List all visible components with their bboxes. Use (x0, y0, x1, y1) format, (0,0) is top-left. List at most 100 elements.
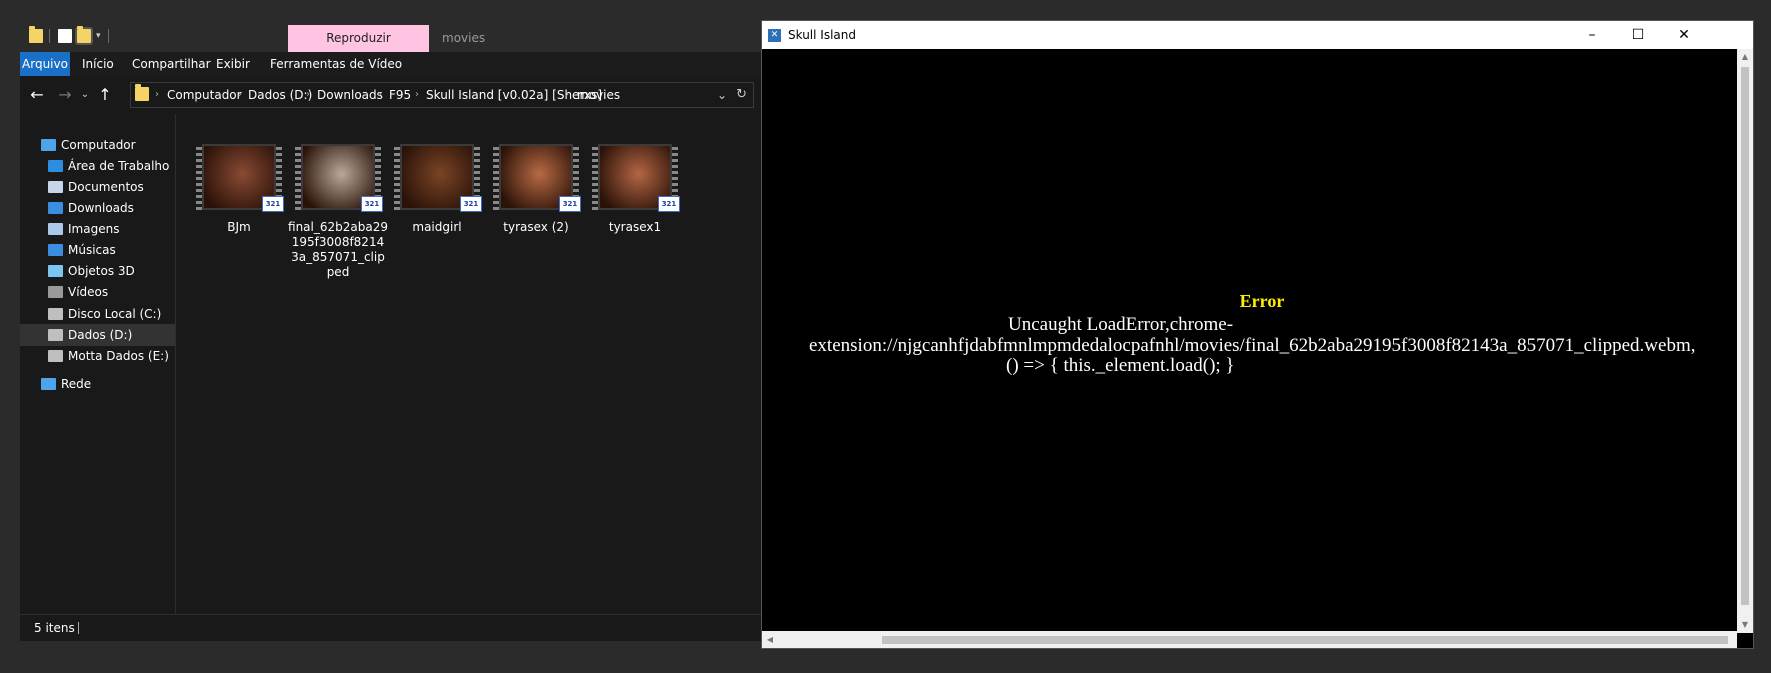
error-title-wrap: Error (1022, 291, 1502, 312)
sidebar-item-desktop[interactable]: Área de Trabalho (20, 155, 175, 177)
breadcrumb-f95[interactable]: F95 (389, 83, 411, 107)
window-title: movies (442, 31, 486, 45)
sidebar-item-label: Dados (D:) (68, 328, 133, 342)
sidebar-item-drive-e[interactable]: Motta Dados (E:) (20, 345, 175, 367)
video-thumbnail: 321 (493, 144, 581, 212)
file-explorer-window: ▾ Reproduzir movies Arquivo Início Compa… (20, 20, 762, 641)
sidebar-item-label: Disco Local (C:) (68, 307, 162, 321)
chevron-right-icon[interactable]: › (238, 83, 242, 107)
sidebar-item-label: Documentos (68, 180, 144, 194)
recent-locations-icon[interactable]: ⌄ (78, 85, 92, 105)
folder-icon[interactable] (29, 26, 43, 43)
properties-icon[interactable] (58, 29, 72, 43)
sidebar-item-objects3d[interactable]: Objetos 3D (20, 260, 175, 282)
sidebar-item-pictures[interactable]: Imagens (20, 218, 175, 240)
videos-icon (48, 286, 63, 298)
file-name: maidgirl (412, 220, 462, 234)
error-title: Error (1239, 291, 1285, 311)
error-message-line: () => { this._element.load(); } (1006, 355, 1235, 376)
film-strip (592, 144, 598, 210)
sidebar-item-music[interactable]: Músicas (20, 239, 175, 261)
divider (78, 622, 79, 634)
sidebar-item-videos[interactable]: Vídeos (20, 281, 175, 303)
sidebar-item-label: Rede (61, 377, 92, 391)
drive-c-icon (48, 308, 63, 320)
up-arrow-icon[interactable]: ↑ (94, 85, 116, 105)
minimize-icon[interactable]: – (1569, 21, 1615, 49)
film-strip (295, 144, 301, 210)
drive-e-icon (48, 350, 63, 362)
downloads-icon (48, 202, 63, 214)
game-window-title: Skull Island (788, 28, 856, 42)
sidebar-item-network[interactable]: Rede (20, 373, 175, 395)
scroll-left-icon[interactable]: ◀ (764, 631, 776, 648)
error-message-line: extension://njgcanhfjdabfmnlmpmdedalocpa… (809, 335, 1696, 356)
breadcrumb-skull-island[interactable]: Skull Island [v0.02a] [Sherxs] (426, 83, 602, 107)
sidebar-item-downloads[interactable]: Downloads (20, 197, 175, 219)
game-canvas[interactable]: Error Uncaught LoadError,chrome- extensi… (762, 49, 1737, 633)
address-bar[interactable]: › Computador › Dados (D:) › Downloads › … (130, 82, 754, 108)
pictures-icon (48, 223, 63, 235)
refresh-icon[interactable]: ↻ (736, 83, 747, 107)
forward-arrow-icon[interactable]: → (54, 85, 76, 105)
divider (108, 29, 109, 43)
chevron-right-icon[interactable]: › (155, 83, 159, 107)
film-strip (394, 144, 400, 210)
breadcrumb-computer[interactable]: Computador (167, 83, 242, 107)
chevron-down-icon[interactable]: ⌄ (717, 83, 727, 107)
breadcrumb-drive-d[interactable]: Dados (D:) (248, 83, 312, 107)
tab-home[interactable]: Início (82, 52, 114, 76)
navigation-bar: ← → ⌄ ↑ › Computador › Dados (D:) › Down… (20, 76, 762, 114)
media-player-badge-icon: 321 (460, 196, 482, 212)
close-icon[interactable]: ✕ (1661, 21, 1707, 49)
tab-play[interactable]: Reproduzir (288, 25, 429, 52)
maximize-icon[interactable]: ☐ (1615, 21, 1661, 49)
sidebar-item-label: Objetos 3D (68, 264, 135, 278)
folder-icon (135, 84, 149, 101)
chevron-right-icon[interactable]: › (378, 83, 382, 107)
breadcrumb-movies[interactable]: movies (577, 83, 620, 107)
chevron-right-icon[interactable]: › (565, 83, 569, 107)
back-arrow-icon[interactable]: ← (26, 85, 48, 105)
video-thumbnail: 321 (592, 144, 680, 212)
sidebar-item-drive-c[interactable]: Disco Local (C:) (20, 303, 175, 325)
error-message-line: Uncaught LoadError,chrome- (1008, 314, 1234, 335)
sidebar-item-computer[interactable]: Computador (20, 134, 175, 156)
file-list: 321 BJm 321 final_62b2aba29195f3008f82143a_… (176, 114, 762, 614)
vertical-scrollbar[interactable]: ▲ ▼ (1737, 49, 1753, 633)
game-window: ✕ Skull Island – ☐ ✕ Error Uncaught Load… (761, 20, 1754, 649)
scroll-down-icon[interactable]: ▼ (1737, 619, 1753, 631)
new-folder-icon[interactable] (75, 26, 93, 45)
sidebar-item-label: Área de Trabalho (68, 159, 170, 173)
navigation-pane: Computador Área de Trabalho Documentos Down… (20, 114, 176, 614)
desktop-icon (48, 160, 63, 172)
scrollbar-thumb[interactable] (882, 636, 1728, 644)
file-name: final_62b2aba29195f3008f82143a_857071_cl… (288, 220, 388, 279)
tab-view[interactable]: Exibir (216, 52, 250, 76)
sidebar-item-label: Computador (61, 138, 136, 152)
item-count: 5 itens (34, 621, 75, 635)
breadcrumb-downloads[interactable]: Downloads (317, 83, 383, 107)
file-name: tyrasex (2) (503, 220, 569, 234)
video-thumbnail: 321 (196, 144, 284, 212)
media-player-badge-icon: 321 (361, 196, 383, 212)
media-player-badge-icon: 321 (559, 196, 581, 212)
scroll-up-icon[interactable]: ▲ (1737, 51, 1753, 63)
game-title-bar[interactable]: ✕ Skull Island – ☐ ✕ (762, 21, 1753, 49)
scrollbar-thumb[interactable] (1741, 67, 1749, 605)
sidebar-item-label: Downloads (68, 201, 134, 215)
sidebar-item-drive-d[interactable]: Dados (D:) (20, 324, 175, 346)
file-name: BJm (227, 220, 251, 234)
sidebar-item-documents[interactable]: Documentos (20, 176, 175, 198)
chevron-right-icon[interactable]: › (306, 83, 310, 107)
tab-file[interactable]: Arquivo (20, 52, 70, 76)
divider (49, 29, 50, 43)
music-icon (48, 244, 63, 256)
sidebar-item-label: Vídeos (68, 285, 109, 299)
horizontal-scrollbar[interactable]: ◀ (762, 631, 1737, 648)
chevron-right-icon[interactable]: › (415, 83, 419, 107)
video-thumbnail: 321 (295, 144, 383, 212)
tab-video-tools[interactable]: Ferramentas de Vídeo (270, 52, 402, 76)
sidebar-item-label: Motta Dados (E:) (68, 349, 169, 363)
tab-share[interactable]: Compartilhar (132, 52, 211, 76)
